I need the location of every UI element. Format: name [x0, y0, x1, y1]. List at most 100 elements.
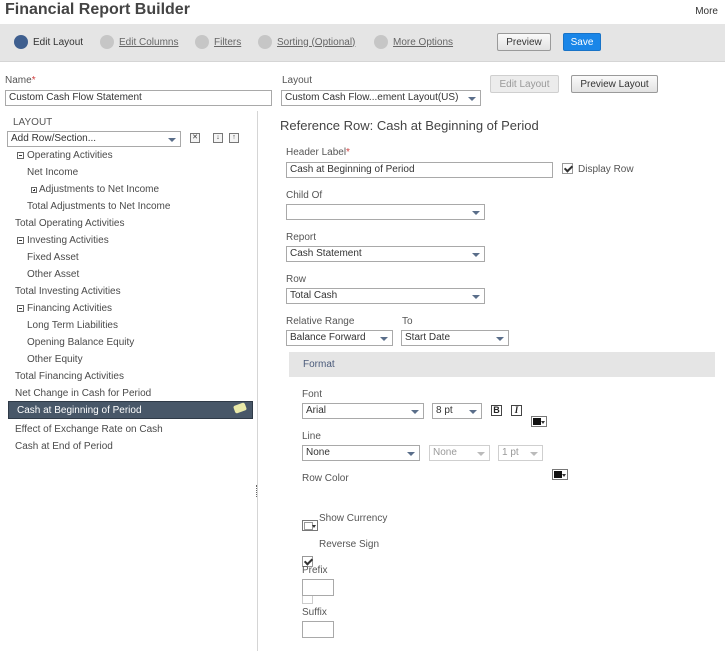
display-row-checkbox[interactable] [562, 163, 573, 174]
step-indicator-icon [100, 35, 114, 49]
preview-layout-button[interactable]: Preview Layout [571, 75, 658, 93]
row-label: Row [286, 274, 307, 285]
chevron-down-icon [530, 452, 538, 456]
layout-panel-header: LAYOUT [13, 117, 53, 128]
tree-item-other-asset[interactable]: Other Asset [27, 269, 79, 280]
chevron-down-icon [472, 211, 480, 215]
font-size-select[interactable]: 8 pt [432, 403, 482, 419]
row-select[interactable]: Total Cash [286, 288, 485, 304]
name-label: Name* [5, 75, 36, 86]
layout-label: Layout [282, 75, 313, 86]
tree-item-cash-beginning-selected[interactable]: Cash at Beginning of Period [8, 401, 253, 419]
more-link[interactable]: More [695, 6, 718, 17]
tree-item-investing-activities[interactable]: Investing Activities [17, 235, 109, 246]
step-label: Edit Layout [33, 36, 84, 48]
chevron-down-icon [411, 410, 419, 414]
tree-item-cash-end[interactable]: Cash at End of Period [15, 441, 113, 452]
font-size-value: 8 pt [436, 405, 453, 416]
row-color-picker-icon[interactable] [302, 520, 318, 531]
tree-item-net-income[interactable]: Net Income [27, 167, 78, 178]
prefix-input[interactable] [302, 579, 334, 596]
expand-icon[interactable] [31, 187, 37, 193]
tree-item-financing-activities[interactable]: Financing Activities [17, 303, 112, 314]
format-section-header: Format [289, 352, 715, 377]
tree-item-adjustments[interactable]: Adjustments to Net Income [31, 184, 159, 195]
tree-item-label: Cash at Beginning of Period [17, 405, 142, 416]
step-label: Sorting (Optional) [277, 36, 356, 48]
tree-item-other-equity[interactable]: Other Equity [27, 354, 83, 365]
chevron-down-icon [468, 97, 476, 101]
add-row-select[interactable]: Add Row/Section... [7, 131, 181, 147]
line-style2-value: None [433, 447, 457, 458]
add-row-select-value: Add Row/Section... [11, 133, 97, 144]
bold-icon[interactable]: B [491, 405, 502, 416]
relative-range-select[interactable]: Balance Forward [286, 330, 393, 346]
step-edit-columns[interactable]: Edit Columns [100, 35, 178, 49]
step-indicator-icon [14, 35, 28, 49]
font-family-select[interactable]: Arial [302, 403, 424, 419]
save-button[interactable]: Save [563, 33, 601, 51]
child-of-select[interactable] [286, 204, 485, 220]
tree-item-long-term-liabilities[interactable]: Long Term Liabilities [27, 320, 118, 331]
to-select[interactable]: Start Date [401, 330, 509, 346]
step-indicator-icon [258, 35, 272, 49]
step-label: More Options [393, 36, 454, 48]
line-label: Line [302, 431, 321, 442]
layout-select-value: Custom Cash Flow...ement Layout(US) [285, 92, 459, 103]
italic-icon[interactable]: I [511, 405, 522, 416]
collapse-icon[interactable] [17, 152, 24, 159]
header-label-input[interactable]: Cash at Beginning of Period [286, 162, 553, 178]
delete-row-x-icon[interactable]: ✕ [190, 133, 200, 143]
header-label-label: Header Label* [286, 147, 350, 158]
tree-item-net-change[interactable]: Net Change in Cash for Period [15, 388, 151, 399]
reverse-sign-label: Reverse Sign [319, 539, 380, 550]
row-color-label: Row Color [302, 473, 349, 484]
show-currency-label: Show Currency [319, 513, 388, 524]
tree-item-total-adjustments[interactable]: Total Adjustments to Net Income [27, 201, 170, 212]
line-style2-select[interactable]: None [429, 445, 490, 461]
line-style-value: None [306, 447, 330, 458]
collapse-icon[interactable] [17, 237, 24, 244]
layout-select[interactable]: Custom Cash Flow...ement Layout(US) [281, 90, 481, 106]
collapse-icon[interactable] [17, 305, 24, 312]
line-weight-select[interactable]: 1 pt [498, 445, 543, 461]
step-indicator-icon [374, 35, 388, 49]
row-value: Total Cash [290, 290, 338, 301]
edit-layout-button[interactable]: Edit Layout [490, 75, 559, 93]
name-input[interactable]: Custom Cash Flow Statement [5, 90, 272, 106]
to-label: To [402, 316, 413, 327]
preview-button[interactable]: Preview [497, 33, 551, 51]
tree-item-fixed-asset[interactable]: Fixed Asset [27, 252, 79, 263]
step-edit-layout[interactable]: Edit Layout [14, 35, 83, 49]
chevron-down-icon [380, 337, 388, 341]
chevron-down-icon [496, 337, 504, 341]
tree-item-total-financing[interactable]: Total Financing Activities [15, 371, 124, 382]
line-color-picker-icon[interactable] [552, 469, 568, 480]
suffix-input[interactable] [302, 621, 334, 638]
display-row-label: Display Row [578, 164, 634, 175]
tree-item-total-investing[interactable]: Total Investing Activities [15, 286, 121, 297]
line-style-select[interactable]: None [302, 445, 420, 461]
move-down-arrow-down-icon[interactable]: ↓ [213, 133, 223, 143]
relative-range-value: Balance Forward [290, 332, 366, 343]
font-color-picker-icon[interactable] [531, 416, 547, 427]
step-sorting[interactable]: Sorting (Optional) [258, 35, 355, 49]
chevron-down-icon [477, 452, 485, 456]
move-up-arrow-up-icon[interactable]: ↑ [229, 133, 239, 143]
chevron-down-icon [407, 452, 415, 456]
font-family-value: Arial [306, 405, 327, 416]
panel-splitter[interactable] [256, 485, 258, 497]
line-weight-value: 1 pt [502, 447, 519, 458]
step-more-options[interactable]: More Options [374, 35, 453, 49]
tree-item-operating-activities[interactable]: Operating Activities [17, 150, 113, 161]
tree-item-exchange-rate[interactable]: Effect of Exchange Rate on Cash [15, 424, 163, 435]
tree-item-opening-balance-equity[interactable]: Opening Balance Equity [27, 337, 134, 348]
prefix-label: Prefix [302, 565, 328, 576]
report-select[interactable]: Cash Statement [286, 246, 485, 262]
step-filters[interactable]: Filters [195, 35, 241, 49]
detail-title: Reference Row: Cash at Beginning of Peri… [280, 118, 539, 133]
suffix-label: Suffix [302, 607, 327, 618]
tree-item-total-operating[interactable]: Total Operating Activities [15, 218, 125, 229]
pencil-icon[interactable] [232, 402, 248, 414]
chevron-down-icon [472, 253, 480, 257]
